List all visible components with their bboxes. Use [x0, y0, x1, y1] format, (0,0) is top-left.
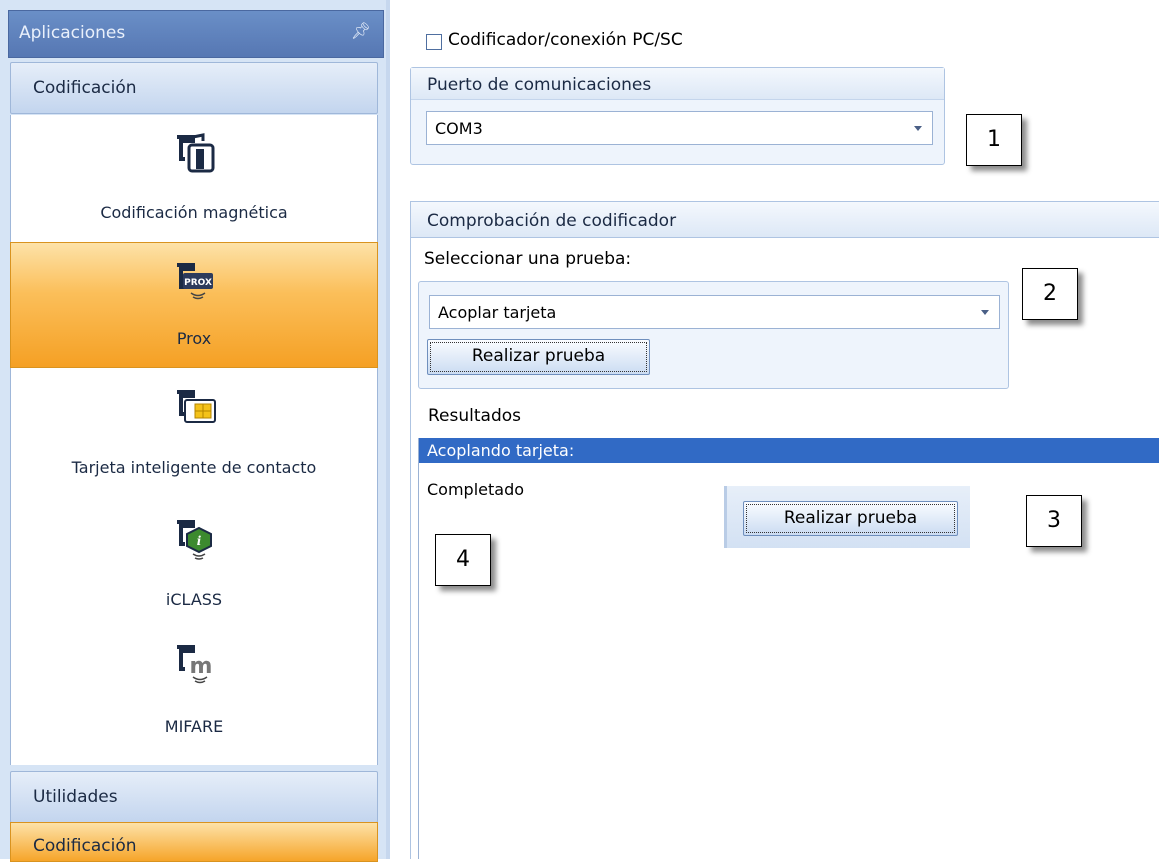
sidebar-header: Aplicaciones 📌︎: [8, 10, 384, 58]
port-panel: Puerto de comunicaciones COM3: [410, 67, 945, 165]
sidebar-item-codificacion-magnetica[interactable]: Codificación magnética: [11, 115, 377, 241]
run-test-button[interactable]: Realizar prueba: [427, 339, 650, 375]
svg-text:m: m: [190, 654, 213, 679]
test-section-header[interactable]: Comprobación de codificador: [410, 201, 1159, 238]
sidebar-title: Aplicaciones: [19, 23, 126, 43]
port-panel-title: Puerto de comunicaciones: [427, 75, 652, 95]
sidebar-item-mifare[interactable]: m MIFARE: [11, 625, 377, 751]
group-codificacion[interactable]: Codificación: [10, 62, 378, 114]
chevron-down-icon[interactable]: [914, 126, 922, 131]
callout-2: 2: [1022, 268, 1078, 320]
pcsc-checkbox[interactable]: [426, 34, 442, 50]
smart-card-icon: [177, 390, 216, 423]
iclass-card-icon: i: [177, 520, 212, 560]
pcsc-checkbox-label[interactable]: Codificador/conexión PC/SC: [448, 30, 683, 50]
callout-4: 4: [435, 534, 491, 586]
group-utilidades-label: Utilidades: [33, 787, 118, 807]
sidebar-item-prox[interactable]: PROX Prox: [10, 242, 378, 368]
results-label: Resultados: [428, 406, 521, 426]
port-select-value: COM3: [435, 119, 483, 138]
port-panel-header: Puerto de comunicaciones: [411, 68, 944, 100]
sidebar-item-label: iCLASS: [165, 590, 223, 609]
callout-1: 1: [966, 114, 1022, 166]
list-item-text: Acoplando tarjeta:: [427, 441, 575, 460]
sidebar-item-label: Codificación magnética: [100, 203, 288, 222]
button-strip: Realizar prueba: [724, 486, 970, 548]
sidebar-item-label: Tarjeta inteligente de contacto: [71, 458, 317, 477]
magnetic-card-icon: [177, 133, 215, 173]
mifare-card-icon: m: [177, 645, 213, 684]
prox-card-icon: PROX: [177, 263, 213, 300]
pin-icon[interactable]: 📌︎: [351, 21, 371, 40]
run-test-button-label: Realizar prueba: [430, 342, 647, 372]
test-section-title: Comprobación de codificador: [427, 211, 677, 231]
test-select-value: Acoplar tarjeta: [438, 303, 557, 322]
svg-text:PROX: PROX: [184, 278, 212, 288]
test-select[interactable]: Acoplar tarjeta: [429, 295, 1000, 329]
select-test-label: Seleccionar una prueba:: [424, 249, 632, 269]
sidebar-item-label: MIFARE: [164, 717, 224, 736]
run-test-button-label: Realizar prueba: [746, 504, 955, 533]
sidebar-item-tarjeta-inteligente[interactable]: Tarjeta inteligente de contacto: [11, 370, 377, 496]
chevron-down-icon[interactable]: [981, 310, 989, 315]
svg-text:i: i: [197, 534, 202, 548]
list-item[interactable]: Completado: [427, 480, 524, 499]
port-select[interactable]: COM3: [426, 111, 933, 145]
sidebar-item-label: Prox: [176, 329, 212, 348]
test-panel: Acoplar tarjeta Realizar prueba: [418, 281, 1009, 389]
test-section-border: [410, 238, 411, 859]
sidebar: Aplicaciones 📌︎ Codificación Codificació…: [0, 0, 386, 862]
group-utilidades[interactable]: Utilidades: [10, 771, 378, 823]
sidebar-item-iclass[interactable]: i iCLASS: [11, 500, 377, 626]
main-panel: Codificador/conexión PC/SC Puerto de com…: [390, 0, 1159, 859]
list-item-selected[interactable]: Acoplando tarjeta:: [419, 438, 1159, 463]
callout-3: 3: [1026, 495, 1082, 547]
group-codificacion-bottom-label: Codificación: [33, 836, 137, 856]
group-codificacion-label: Codificación: [33, 78, 137, 98]
sidebar-items: Codificación magnética PROX Prox Tarjeta…: [10, 115, 378, 765]
run-test-button-zoom[interactable]: Realizar prueba: [743, 501, 958, 536]
group-codificacion-bottom[interactable]: Codificación: [10, 822, 378, 862]
